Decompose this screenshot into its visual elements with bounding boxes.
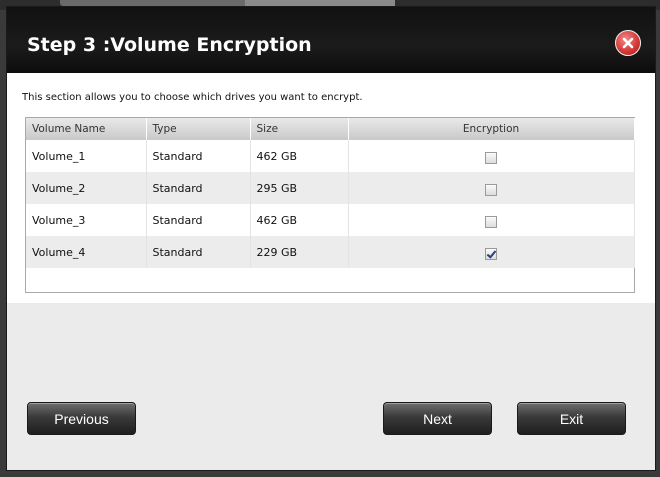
next-button[interactable]: Next [383,402,492,435]
volume-name-cell: Volume_2 [26,172,147,204]
close-button[interactable] [615,30,641,56]
volume-name-cell: Volume_3 [26,204,147,236]
volume-type-cell: Standard [146,172,251,204]
table-row[interactable]: Volume_2 Standard 295 GB [26,172,635,204]
table-row[interactable]: Volume_3 Standard 462 GB [26,204,635,236]
section-description: This section allows you to choose which … [22,92,363,103]
volume-table: Volume Name Type Size Encryption Volume_… [25,117,635,293]
encryption-cell [348,236,635,268]
previous-button[interactable]: Previous [27,402,136,435]
volume-type-cell: Standard [146,140,251,172]
encrypt-checkbox-volume-1[interactable] [485,152,497,164]
column-header-type[interactable]: Type [146,118,251,140]
volume-size-cell: 295 GB [250,172,349,204]
encryption-cell [348,140,635,172]
table-row[interactable]: Volume_1 Standard 462 GB [26,140,635,172]
volume-type-cell: Standard [146,236,251,268]
encryption-cell [348,204,635,236]
volume-size-cell: 229 GB [250,236,349,268]
column-header-encryption[interactable]: Encryption [348,118,635,140]
encrypt-checkbox-volume-4[interactable] [485,248,497,260]
close-icon [622,37,634,49]
dialog-title: Step 3 :Volume Encryption [27,34,312,56]
encrypt-checkbox-volume-2[interactable] [485,184,497,196]
volume-name-cell: Volume_4 [26,236,147,268]
volume-size-cell: 462 GB [250,204,349,236]
dialog-titlebar: Step 3 :Volume Encryption [7,7,655,73]
table-header-row: Volume Name Type Size Encryption [26,118,635,140]
volume-size-cell: 462 GB [250,140,349,172]
column-header-size[interactable]: Size [250,118,349,140]
volume-type-cell: Standard [146,204,251,236]
encryption-cell [348,172,635,204]
exit-button[interactable]: Exit [517,402,626,435]
encrypt-checkbox-volume-3[interactable] [485,216,497,228]
volume-name-cell: Volume_1 [26,140,147,172]
table-row[interactable]: Volume_4 Standard 229 GB [26,236,635,268]
column-header-volume-name[interactable]: Volume Name [26,118,147,140]
